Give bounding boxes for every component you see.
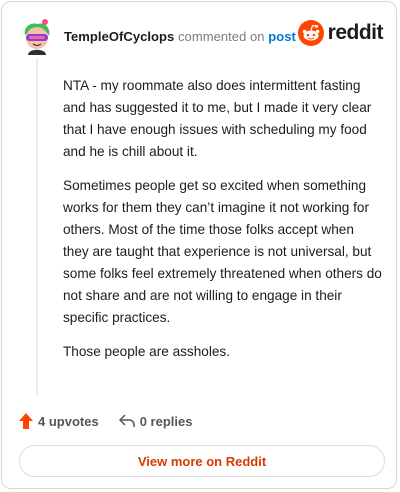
reddit-brand[interactable]: reddit xyxy=(297,20,384,46)
comment-paragraph: NTA - my roommate also does intermittent… xyxy=(63,78,372,159)
snoo-avatar-icon xyxy=(24,19,50,55)
embedded-comment-card: TempleOfCyclops commented on post reddit… xyxy=(1,1,397,489)
upvote-arrow-icon xyxy=(19,413,33,429)
action-text: commented on xyxy=(177,28,265,44)
reply-arrow-icon xyxy=(118,414,135,427)
comment-header: TempleOfCyclops commented on post xyxy=(20,16,296,56)
upvote-button[interactable]: 4 upvotes xyxy=(19,413,99,429)
author-name[interactable]: TempleOfCyclops xyxy=(64,29,174,44)
avatar[interactable] xyxy=(20,17,54,55)
brand-name: reddit xyxy=(327,21,384,44)
thread-line xyxy=(36,58,38,396)
post-link[interactable]: post xyxy=(268,29,296,44)
comment-body: NTA - my roommate also does intermittent… xyxy=(63,75,383,375)
comment-paragraph: Those people are assholes. xyxy=(63,344,231,359)
reddit-logo-icon xyxy=(297,20,324,46)
reply-count: 0 replies xyxy=(139,413,193,429)
comment-actions: 4 upvotes 0 replies xyxy=(19,410,192,432)
comment-paragraph: Sometimes people get so excited when som… xyxy=(63,178,382,325)
view-more-button[interactable]: View more on Reddit xyxy=(19,445,385,477)
reply-button[interactable]: 0 replies xyxy=(118,413,193,429)
author-line: TempleOfCyclops commented on post xyxy=(64,29,296,44)
upvote-count: 4 upvotes xyxy=(38,413,99,429)
